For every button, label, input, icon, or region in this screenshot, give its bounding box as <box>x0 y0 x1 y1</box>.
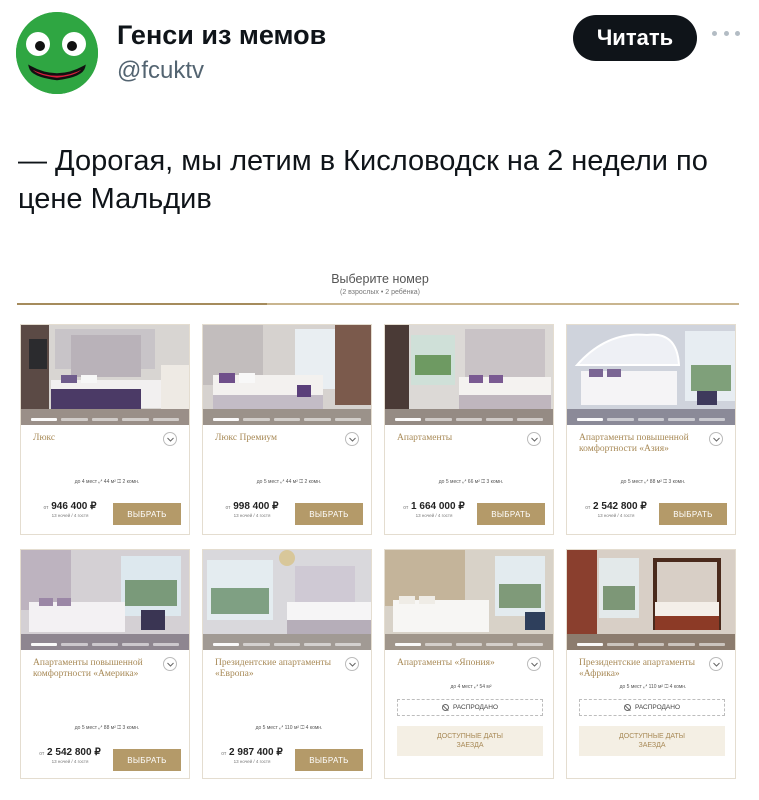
available-dates-button[interactable]: ДОСТУПНЫЕ ДАТЫ ЗАЕЗДА <box>397 726 543 756</box>
author-name[interactable]: Генси из мемов <box>117 20 326 51</box>
select-button[interactable]: ВЫБРАТЬ <box>295 503 363 525</box>
more-dots-icon[interactable] <box>712 28 740 38</box>
room-features: до 5 мест ⤢ 44 м² ◫ 2 комн. <box>256 479 322 485</box>
chevron-down-icon[interactable] <box>527 657 541 671</box>
ban-icon <box>623 704 631 711</box>
sold-out-label: РАСПРОДАНО <box>634 704 681 711</box>
select-button[interactable]: ВЫБРАТЬ <box>113 503 181 525</box>
room-nights: 13 ночей / 4 гостя <box>51 759 89 764</box>
author-handle[interactable]: @fcuktv <box>117 57 204 85</box>
follow-button[interactable]: Читать <box>573 15 697 61</box>
photo-pagination[interactable] <box>395 418 544 421</box>
room-price: от 2 987 400 ₽ <box>221 747 283 758</box>
dates-label-line2: ЗАЕЗДА <box>456 742 484 749</box>
photo-pagination[interactable] <box>31 418 180 421</box>
ban-icon <box>441 704 449 711</box>
photo-pagination[interactable] <box>395 643 544 646</box>
room-features: до 5 мест ⤢ 88 м² ◫ 3 комн. <box>620 479 686 485</box>
room-nights: 13 ночей / 4 гостя <box>597 513 635 518</box>
room-features: до 5 мест ⤢ 66 м² ◫ 3 комн. <box>438 479 504 485</box>
chevron-down-icon[interactable] <box>709 657 723 671</box>
photo-pagination[interactable] <box>577 418 726 421</box>
price-block: от 2 987 400 ₽ 13 ночей / 4 гостя <box>213 747 291 764</box>
sold-out-label: РАСПРОДАНО <box>452 704 499 711</box>
room-photo <box>203 550 371 650</box>
room-card: Люкс до 4 мест ⤢ 44 м² ◫ 2 комн. от 946 … <box>20 324 190 535</box>
sold-out-badge: РАСПРОДАНО <box>579 699 725 716</box>
room-name: Апартаменты повышенной комфортности «Аме… <box>33 658 143 679</box>
room-features: до 5 мест ⤢ 110 м² ◫ 4 комн. <box>619 684 687 690</box>
photo-pagination[interactable] <box>213 643 362 646</box>
room-features: до 4 мест ⤢ 54 м² <box>450 684 492 690</box>
room-photo <box>567 550 735 650</box>
available-dates-button[interactable]: ДОСТУПНЫЕ ДАТЫ ЗАЕЗДА <box>579 726 725 756</box>
post-text: — Дорогая, мы летим в Кисловодск на 2 не… <box>18 145 708 215</box>
price-block: от 2 542 800 ₽ 13 ночей / 4 гостя <box>577 501 655 518</box>
room-card: Апартаменты повышенной комфортности «Ази… <box>566 324 736 535</box>
dates-label-line1: ДОСТУПНЫЕ ДАТЫ <box>437 733 503 740</box>
sold-out-badge: РАСПРОДАНО <box>397 699 543 716</box>
chevron-down-icon[interactable] <box>345 657 359 671</box>
select-button[interactable]: ВЫБРАТЬ <box>295 749 363 771</box>
room-photo <box>567 325 735 425</box>
room-photo <box>385 550 553 650</box>
room-name: Апартаменты <box>397 433 453 443</box>
room-price: от 2 542 800 ₽ <box>39 747 101 758</box>
room-name: Президентские апартаменты «Африка» <box>579 658 696 679</box>
room-features: до 5 мест ⤢ 88 м² ◫ 3 комн. <box>74 725 140 731</box>
room-photo <box>203 325 371 425</box>
room-photo <box>21 325 189 425</box>
price-block: от 2 542 800 ₽ 13 ночей / 4 гостя <box>31 747 109 764</box>
room-price: от 946 400 ₽ <box>43 501 97 512</box>
post-header: Генси из мемов @fcuktv Читать <box>16 12 743 98</box>
chevron-down-icon[interactable] <box>163 657 177 671</box>
photo-pagination[interactable] <box>31 643 180 646</box>
select-button[interactable]: ВЫБРАТЬ <box>659 503 727 525</box>
rooms-subtitle: (2 взрослых • 2 ребёнка) <box>339 289 420 296</box>
dates-label-line1: ДОСТУПНЫЕ ДАТЫ <box>619 733 685 740</box>
room-name: Апартаменты «Япония» <box>397 658 495 668</box>
select-button[interactable]: ВЫБРАТЬ <box>113 749 181 771</box>
room-name: Президентские апартаменты «Европа» <box>215 658 332 679</box>
room-card: Люкс Премиум до 5 мест ⤢ 44 м² ◫ 2 комн.… <box>202 324 372 535</box>
select-button[interactable]: ВЫБРАТЬ <box>477 503 545 525</box>
divider <box>17 303 739 305</box>
room-card: Президентские апартаменты «Европа» до 5 … <box>202 549 372 779</box>
chevron-down-icon[interactable] <box>527 432 541 446</box>
photo-pagination[interactable] <box>213 418 362 421</box>
room-price: от 998 400 ₽ <box>225 501 279 512</box>
room-name: Апартаменты повышенной комфортности «Ази… <box>579 433 689 454</box>
price-block: от 1 664 000 ₽ 13 ночей / 4 гостя <box>395 501 473 518</box>
dates-label-line2: ЗАЕЗДА <box>638 742 666 749</box>
room-name: Люкс <box>33 433 56 443</box>
chevron-down-icon[interactable] <box>709 432 723 446</box>
room-card: Апартаменты «Япония» до 4 мест ⤢ 54 м² Р… <box>384 549 554 779</box>
embedded-image[interactable]: Выберите номер (2 взрослых • 2 ребёнка) … <box>15 262 745 800</box>
photo-pagination[interactable] <box>577 643 726 646</box>
room-nights: 13 ночей / 4 гостя <box>51 513 89 518</box>
room-nights: 13 ночей / 4 гостя <box>415 513 453 518</box>
room-nights: 13 ночей / 4 гостя <box>233 513 271 518</box>
room-nights: 13 ночей / 4 гостя <box>233 759 271 764</box>
frog-face-avatar-icon <box>16 12 98 94</box>
room-card: Апартаменты повышенной комфортности «Аме… <box>20 549 190 779</box>
room-name: Люкс Премиум <box>215 433 278 443</box>
price-block: от 946 400 ₽ 13 ночей / 4 гостя <box>31 501 109 518</box>
price-block: от 998 400 ₽ 13 ночей / 4 гостя <box>213 501 291 518</box>
room-price: от 2 542 800 ₽ <box>585 501 647 512</box>
room-photo <box>385 325 553 425</box>
room-price: от 1 664 000 ₽ <box>403 501 465 512</box>
room-card: Апартаменты до 5 мест ⤢ 66 м² ◫ 3 комн. … <box>384 324 554 535</box>
room-photo <box>21 550 189 650</box>
chevron-down-icon[interactable] <box>345 432 359 446</box>
author-avatar[interactable] <box>16 12 98 94</box>
room-card: Президентские апартаменты «Африка» до 5 … <box>566 549 736 779</box>
room-features: до 4 мест ⤢ 44 м² ◫ 2 комн. <box>74 479 140 485</box>
rooms-title: Выберите номер <box>331 272 429 286</box>
room-features: до 5 мест ⤢ 110 м² ◫ 4 комн. <box>255 725 323 731</box>
chevron-down-icon[interactable] <box>163 432 177 446</box>
